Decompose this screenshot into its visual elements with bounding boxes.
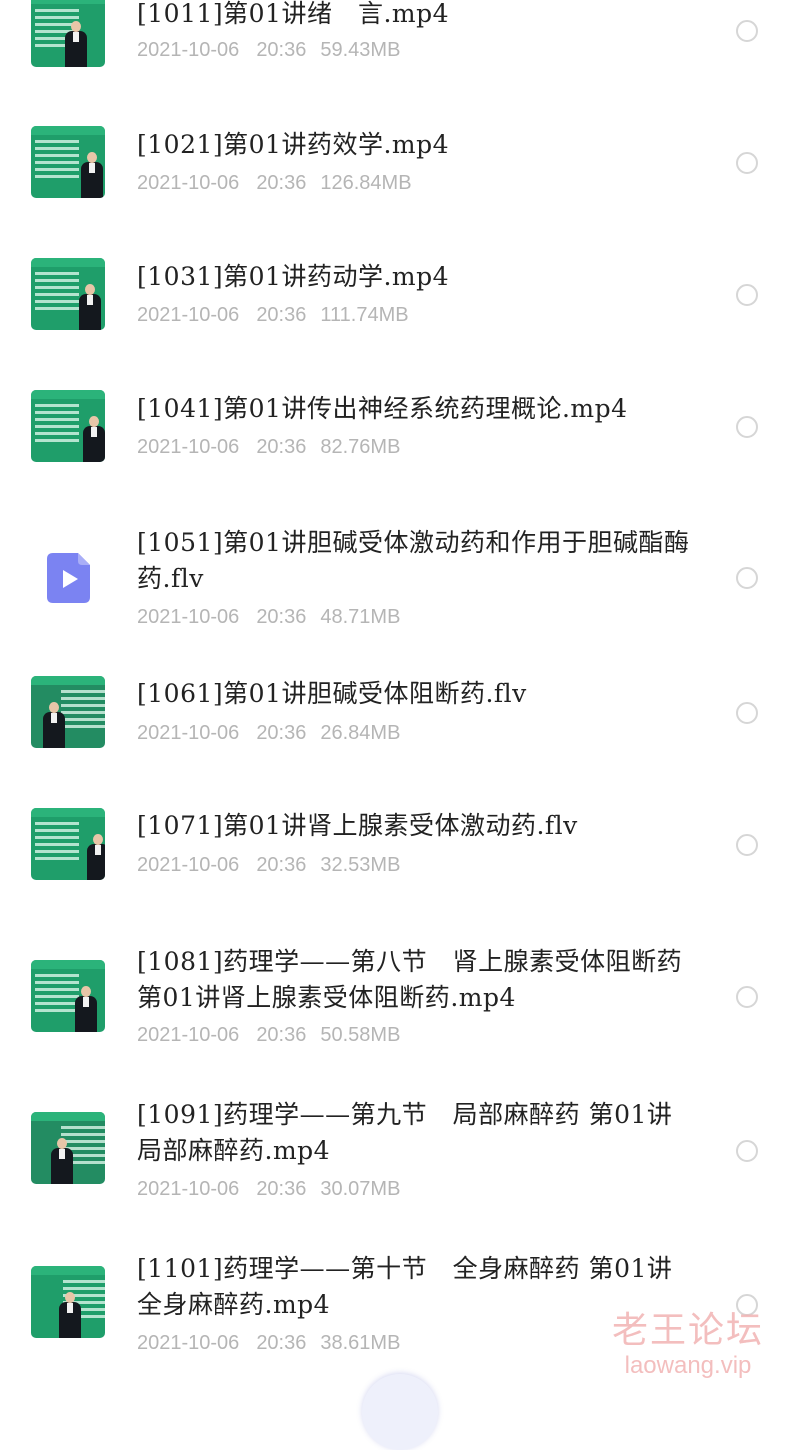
file-name: [1031]第01讲药动学.mp4 <box>137 262 450 291</box>
file-name: [1091]药理学——第九节 局部麻醉药 第01讲局部麻醉药.mp4 <box>137 1100 673 1165</box>
select-radio[interactable] <box>736 416 758 438</box>
file-size: 26.84MB <box>320 722 401 744</box>
file-size: 59.43MB <box>320 39 401 61</box>
file-meta: 2021-10-06 20:36 38.61MB <box>137 1330 400 1356</box>
video-thumbnail <box>31 676 105 748</box>
video-thumbnail <box>31 126 105 198</box>
file-time: 20:36 <box>256 1024 307 1046</box>
select-radio[interactable] <box>736 1140 758 1162</box>
file-size: 50.58MB <box>320 1024 401 1046</box>
watermark: 老王论坛 laowang.vip <box>598 1310 778 1380</box>
file-time: 20:36 <box>256 854 307 876</box>
floating-action-button[interactable] <box>362 1374 438 1450</box>
file-date: 2021-10-06 <box>137 1024 240 1046</box>
file-meta: 2021-10-06 20:36 26.84MB <box>137 720 400 746</box>
file-date: 2021-10-06 <box>137 436 240 458</box>
file-date: 2021-10-06 <box>137 304 240 326</box>
select-radio[interactable] <box>736 702 758 724</box>
file-meta: 2021-10-06 20:36 48.71MB <box>137 604 400 630</box>
file-name: [1041]第01讲传出神经系统药理概论.mp4 <box>137 394 628 423</box>
file-meta: 2021-10-06 20:36 59.43MB <box>137 37 400 63</box>
select-radio[interactable] <box>736 834 758 856</box>
file-meta: 2021-10-06 20:36 50.58MB <box>137 1022 400 1048</box>
video-file-icon <box>47 553 90 603</box>
file-time: 20:36 <box>256 722 307 744</box>
file-name: [1081]药理学——第八节 肾上腺素受体阻断药 第01讲肾上腺素受体阻断药.m… <box>137 947 691 1012</box>
file-date: 2021-10-06 <box>137 722 240 744</box>
file-list: [1011]第01讲绪 言.mp4 2021-10-06 20:36 59.43MB… <box>0 0 800 1390</box>
file-name: [1061]第01讲胆碱受体阻断药.flv <box>137 679 527 708</box>
video-thumbnail <box>31 1112 105 1184</box>
video-thumbnail <box>31 390 105 462</box>
file-name: [1071]第01讲肾上腺素受体激动药.flv <box>137 811 578 840</box>
video-thumbnail <box>31 258 105 330</box>
file-size: 38.61MB <box>320 1332 401 1354</box>
file-meta: 2021-10-06 20:36 111.74MB <box>137 302 409 328</box>
file-size: 126.84MB <box>320 172 412 194</box>
file-size: 48.71MB <box>320 606 401 628</box>
file-date: 2021-10-06 <box>137 606 240 628</box>
file-name: [1051]第01讲胆碱受体激动药和作用于胆碱酯酶药.flv <box>137 528 690 593</box>
file-meta: 2021-10-06 20:36 30.07MB <box>137 1176 400 1202</box>
file-date: 2021-10-06 <box>137 39 240 61</box>
select-radio[interactable] <box>736 152 758 174</box>
select-radio[interactable] <box>736 20 758 42</box>
file-time: 20:36 <box>256 39 307 61</box>
file-size: 82.76MB <box>320 436 401 458</box>
watermark-domain: laowang.vip <box>624 1352 752 1379</box>
video-thumbnail <box>31 1266 105 1338</box>
video-thumbnail <box>31 808 105 880</box>
file-date: 2021-10-06 <box>137 1332 240 1354</box>
select-radio[interactable] <box>736 986 758 1008</box>
file-time: 20:36 <box>256 1332 307 1354</box>
file-meta: 2021-10-06 20:36 32.53MB <box>137 852 400 878</box>
select-radio[interactable] <box>736 567 758 589</box>
file-meta: 2021-10-06 20:36 82.76MB <box>137 434 400 460</box>
file-time: 20:36 <box>256 1178 307 1200</box>
file-time: 20:36 <box>256 304 307 326</box>
file-meta: 2021-10-06 20:36 126.84MB <box>137 170 412 196</box>
video-thumbnail <box>31 0 105 67</box>
video-thumbnail <box>31 960 105 1032</box>
file-size: 32.53MB <box>320 854 401 876</box>
watermark-title: 老王论坛 <box>611 1310 764 1351</box>
file-time: 20:36 <box>256 436 307 458</box>
file-date: 2021-10-06 <box>137 172 240 194</box>
file-time: 20:36 <box>256 606 307 628</box>
file-name: [1011]第01讲绪 言.mp4 <box>137 0 450 28</box>
file-date: 2021-10-06 <box>137 1178 240 1200</box>
file-size: 111.74MB <box>320 304 409 326</box>
select-radio[interactable] <box>736 284 758 306</box>
file-name: [1021]第01讲药效学.mp4 <box>137 130 450 159</box>
file-time: 20:36 <box>256 172 307 194</box>
file-size: 30.07MB <box>320 1178 401 1200</box>
file-date: 2021-10-06 <box>137 854 240 876</box>
